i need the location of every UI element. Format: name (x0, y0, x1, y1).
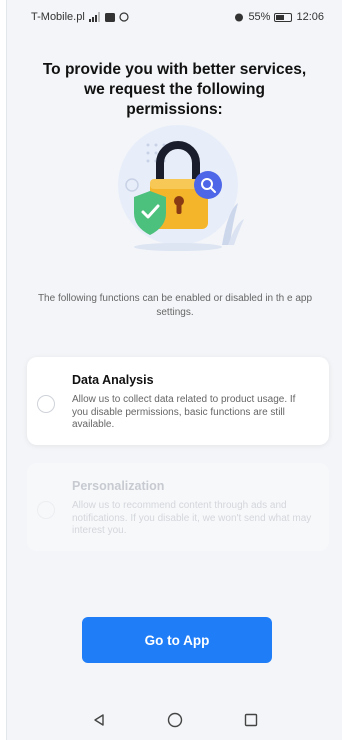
system-nav-bar (7, 700, 342, 740)
status-right: 55% 12:06 (234, 11, 324, 23)
back-icon (93, 714, 104, 726)
permission-card-data-analysis[interactable]: Data Analysis Allow us to collect data r… (27, 357, 329, 445)
alarm-icon (119, 12, 129, 22)
data-analysis-text: Allow us to collect data related to prod… (72, 394, 296, 430)
permissions-description: The following functions can be enabled o… (37, 293, 313, 318)
message-icon (104, 12, 115, 22)
status-bar: T-Mobile.pl 55% 12:06 (7, 0, 342, 34)
back-button[interactable] (89, 710, 109, 730)
battery-icon (274, 12, 293, 22)
recents-button[interactable] (241, 710, 261, 730)
data-analysis-title: Data Analysis (72, 373, 154, 387)
data-analysis-radio[interactable] (37, 395, 55, 413)
personalization-radio[interactable] (37, 501, 55, 519)
personalization-text: Allow us to recommend content through ad… (72, 500, 312, 536)
status-left: T-Mobile.pl (31, 11, 129, 23)
home-button[interactable] (165, 710, 185, 730)
carrier-label: T-Mobile.pl (31, 11, 85, 23)
lock-illustration (118, 125, 244, 251)
screen: T-Mobile.pl 55% 12:06 To provide you wit… (6, 0, 342, 740)
alarm-clock-icon (235, 13, 244, 22)
go-to-app-button[interactable]: Go to App (82, 617, 272, 663)
search-icon (194, 171, 222, 199)
page-title: To provide you with better services, we … (42, 61, 307, 118)
recents-icon (244, 713, 257, 727)
clock: 12:06 (296, 11, 324, 23)
battery-percent: 55% (248, 11, 271, 23)
home-icon (167, 712, 182, 728)
personalization-title: Personalization (72, 479, 165, 493)
permission-card-personalization[interactable]: Personalization Allow us to recommend co… (27, 463, 329, 551)
signal-icon (88, 12, 100, 22)
